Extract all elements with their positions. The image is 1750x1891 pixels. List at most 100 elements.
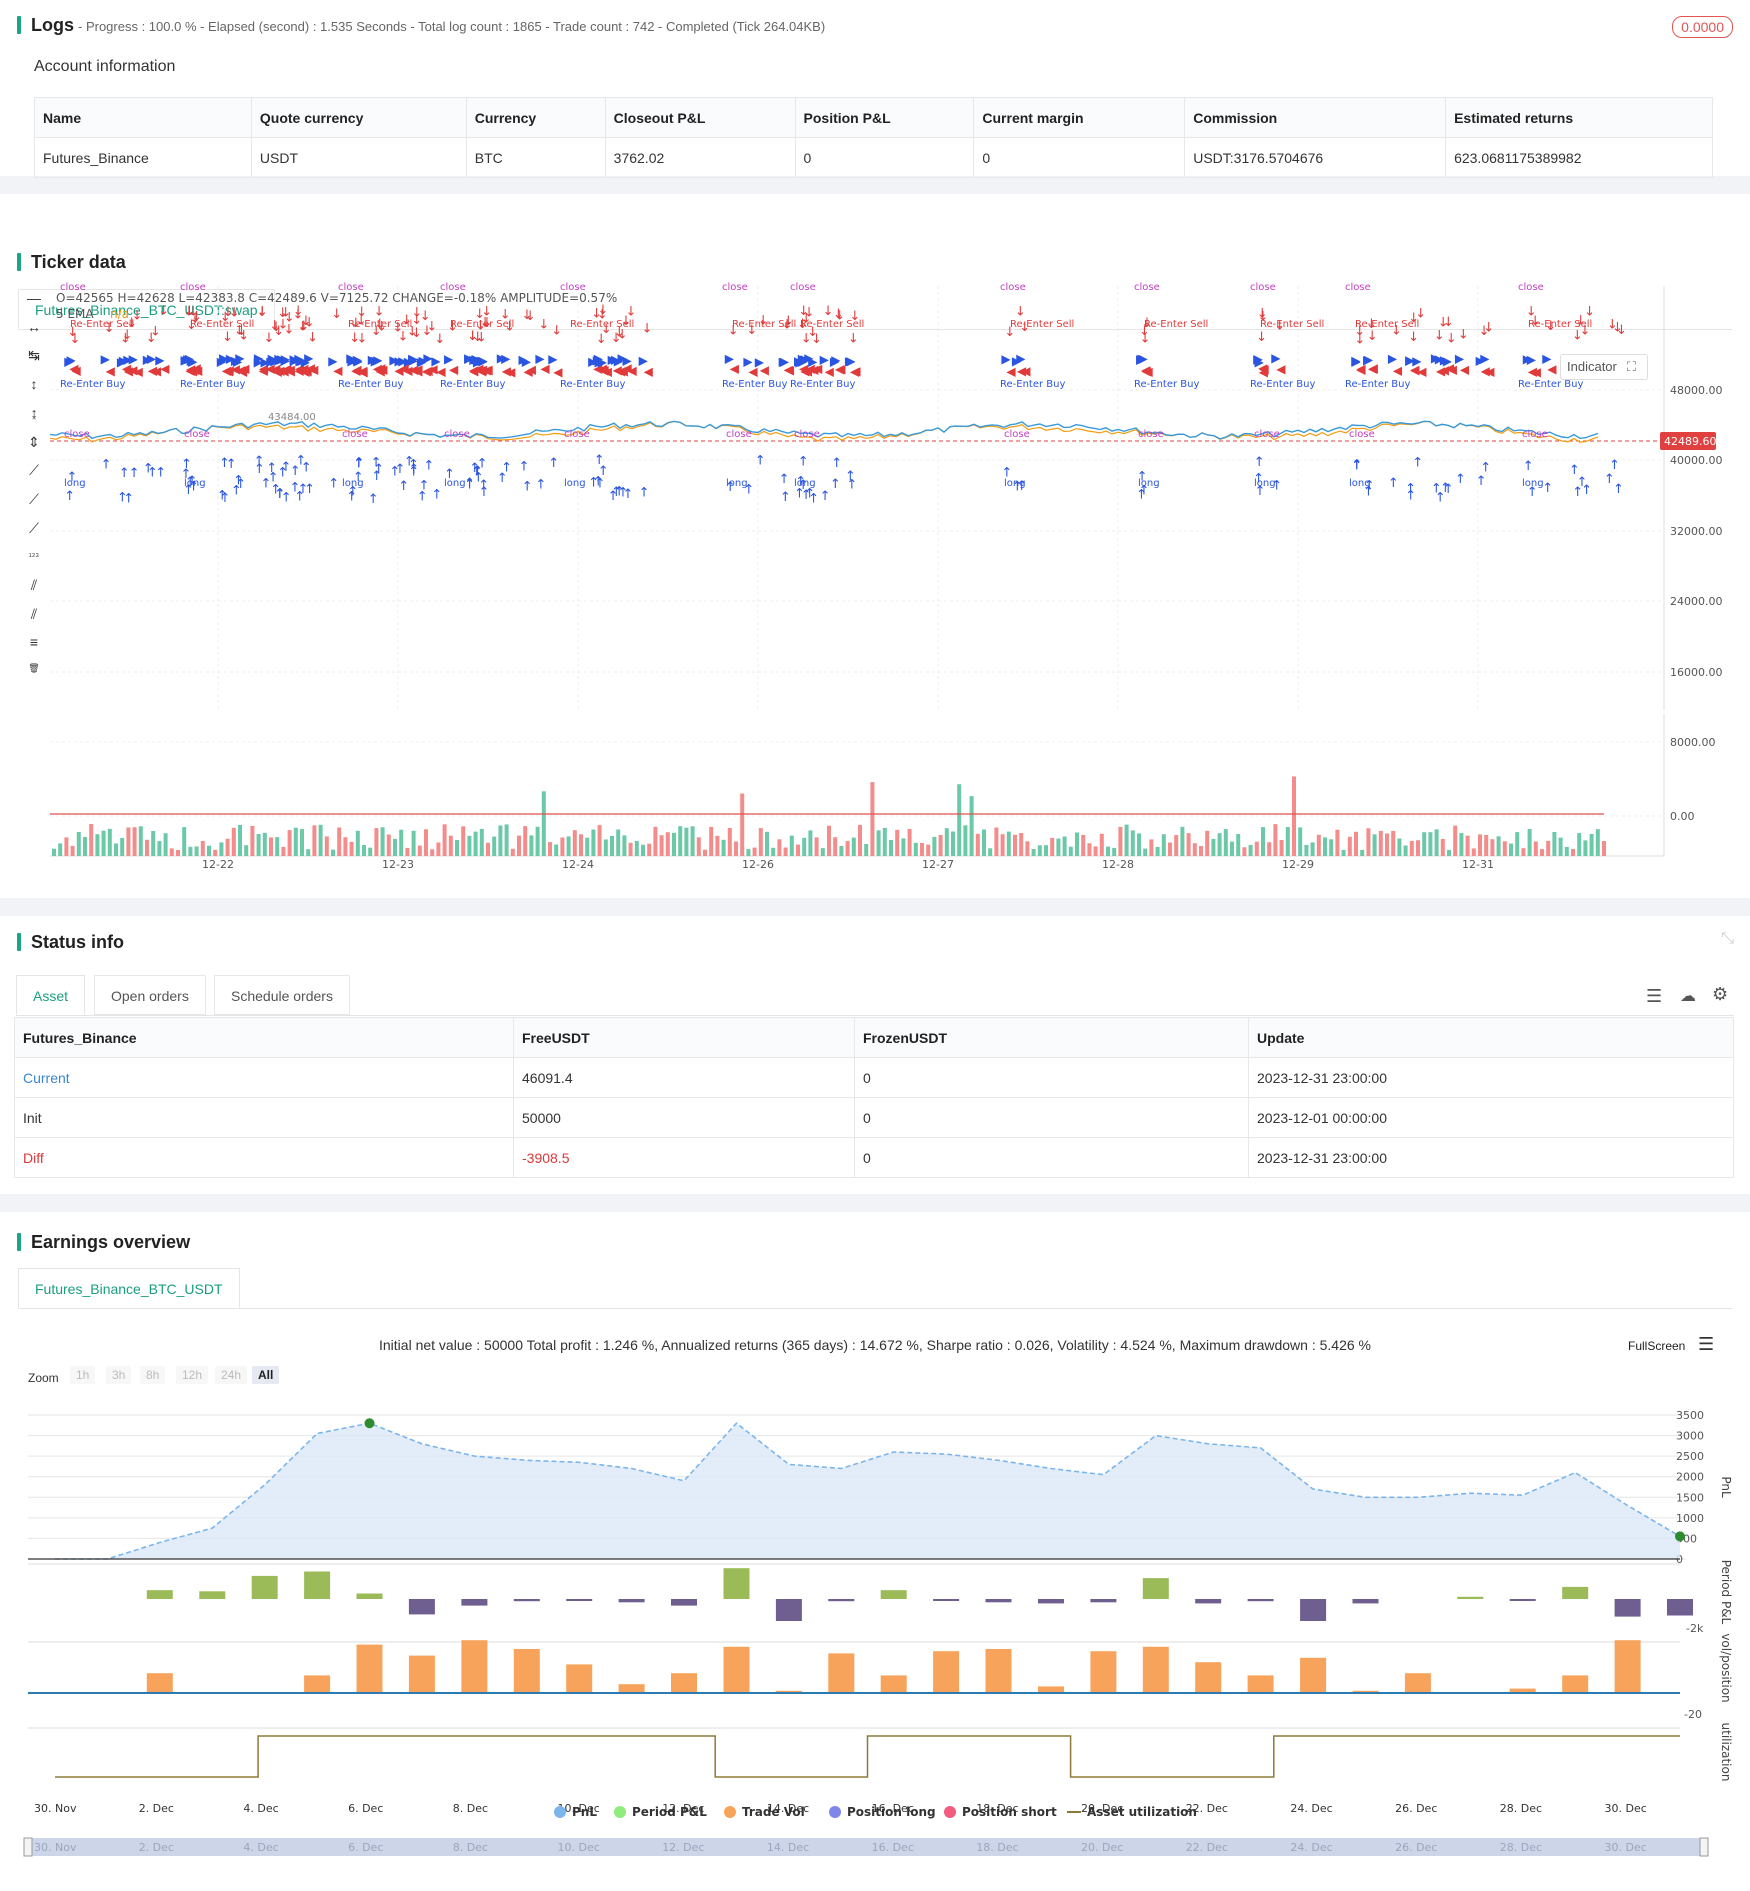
volume-bar <box>827 825 831 856</box>
legend-label[interactable]: Position long <box>847 1805 936 1819</box>
volume-bar <box>1006 831 1011 856</box>
marker-label: close <box>1138 429 1164 440</box>
volume-bar <box>411 830 416 856</box>
volume-bar <box>250 825 255 856</box>
cell-frozen: 0 <box>854 1057 1249 1098</box>
exit-triangle-marker: ◀ <box>1017 364 1027 378</box>
sell-marker: ↓ <box>1256 330 1267 345</box>
account-cell: 3762.02 <box>604 137 796 178</box>
tab-schedule-orders[interactable]: Schedule orders <box>214 975 350 1015</box>
settings-gear-icon[interactable]: ⚙ <box>1712 984 1728 1005</box>
volume-bar <box>721 839 726 856</box>
volume-bar <box>1366 828 1371 856</box>
marker-label: long <box>444 478 466 489</box>
trade-vol-bar <box>671 1673 697 1693</box>
col-free: FreeUSDT <box>513 1017 855 1058</box>
buy-marker: ↑ <box>301 460 312 475</box>
legend-label[interactable]: Position short <box>962 1805 1057 1819</box>
row-label-current[interactable]: Current <box>14 1057 514 1098</box>
date-tick-label: 26. Dec <box>1395 1802 1437 1815</box>
expand-icon[interactable]: ⛶ <box>1627 359 1636 374</box>
account-col-header: Closeout P&L <box>604 97 796 138</box>
cloud-download-icon[interactable]: ☁ <box>1680 986 1696 1006</box>
volume-bar <box>535 826 540 856</box>
cell-update: 2023-12-31 23:00:00 <box>1248 1057 1734 1098</box>
volume-bar <box>647 843 652 856</box>
cell-free: 46091.4 <box>513 1057 855 1098</box>
exit-triangle-marker: ◀ <box>1369 361 1379 375</box>
cell-frozen: 0 <box>854 1097 1249 1138</box>
asset-table: Futures_Binance FreeUSDT FrozenUSDT Upda… <box>14 1017 1734 1178</box>
volume-bar <box>1031 849 1036 856</box>
marker-label: close <box>564 429 590 440</box>
buy-marker: ↑ <box>1412 456 1423 471</box>
buy-marker: ↑ <box>101 457 112 472</box>
buy-marker: ↑ <box>519 460 530 475</box>
period-pnl-bar <box>1457 1596 1484 1599</box>
tab-asset[interactable]: Asset <box>16 975 86 1015</box>
collapse-icon[interactable]: ⤡ <box>1721 930 1734 948</box>
legend-label[interactable]: Asset utilization <box>1087 1805 1197 1819</box>
volume-bar <box>1602 841 1606 856</box>
sell-marker: ↓ <box>398 330 409 345</box>
price-chart[interactable]: 48000.00 40000.00 32000.00 24000.00 16000.00… <box>0 194 1750 898</box>
exit-triangle-marker: ◀ <box>160 362 170 376</box>
indicator-button[interactable]: Indicator ⛶ <box>1560 354 1648 380</box>
time-tick-label: 12-26 <box>742 858 774 871</box>
volume-bar <box>300 829 304 856</box>
exit-triangle-marker: ◀ <box>106 364 116 378</box>
sell-marker: ↓ <box>158 304 169 319</box>
volume-bar <box>1211 838 1216 856</box>
period-pnl-bar <box>1195 1599 1222 1604</box>
time-tick-label: 12-24 <box>562 858 594 871</box>
legend-label[interactable]: Trade Vol <box>742 1805 805 1819</box>
cell-update: 2023-12-01 00:00:00 <box>1248 1097 1734 1138</box>
navigator-track[interactable] <box>28 1838 1704 1856</box>
volume-bar <box>1174 835 1179 856</box>
buy-marker: ↑ <box>220 491 231 506</box>
volume-bar <box>448 835 453 856</box>
sell-marker: ↓ <box>1367 329 1378 344</box>
trade-vol-bar <box>1195 1662 1222 1693</box>
buy-marker: ↑ <box>1480 460 1491 475</box>
marker-label: Re-Enter Buy <box>440 379 505 390</box>
volume-bar <box>1589 834 1594 856</box>
legend-label[interactable]: Period P&L <box>632 1805 707 1819</box>
max-pnl-point <box>364 1418 375 1429</box>
volume-bar <box>895 829 900 856</box>
volume-bar <box>982 829 986 856</box>
logs-meta: - Progress : 100.0 % - Elapsed (second) … <box>78 19 826 34</box>
sell-marker: ↓ <box>331 307 342 322</box>
volume-bar <box>1075 832 1079 856</box>
earnings-chart[interactable]: 3500300025002000150010005000-2k-20PnLPer… <box>0 1212 1750 1891</box>
volume-bar <box>1037 845 1042 856</box>
logs-badge: 0.0000 <box>1672 16 1733 38</box>
exit-triangle-marker: ◀ <box>1006 364 1016 378</box>
menu-icon[interactable]: ☰ <box>1646 986 1662 1007</box>
volume-bar <box>1025 841 1030 856</box>
marker-label: close <box>1250 282 1276 293</box>
account-cell: 0 <box>794 137 975 178</box>
navigator-left-handle[interactable] <box>23 1837 33 1857</box>
volume-bar <box>1583 840 1588 856</box>
volume-bar <box>1230 841 1234 856</box>
navigator-right-handle[interactable] <box>1699 1837 1709 1857</box>
marker-label: close <box>1345 282 1371 293</box>
volume-bar <box>814 837 819 856</box>
legend-label[interactable]: PnL <box>572 1805 597 1819</box>
volume-bar <box>572 830 577 856</box>
tab-open-orders[interactable]: Open orders <box>94 975 206 1015</box>
buy-marker: ↑ <box>535 477 546 492</box>
volume-bar <box>1478 834 1482 856</box>
volume-bar <box>858 824 862 856</box>
navigator-date-label: 14. Dec <box>767 1841 809 1854</box>
volume-bar <box>1013 834 1017 856</box>
sell-marker: ↓ <box>304 316 315 331</box>
marker-label: Re-Enter Sell <box>1260 319 1324 330</box>
volume-bar <box>851 837 856 856</box>
buy-marker: ↑ <box>304 482 315 497</box>
date-tick-label: 8. Dec <box>453 1802 488 1815</box>
volume-bar <box>616 829 621 856</box>
account-data-row: Futures_Binance USDT BTC 3762.02 0 0 USDT:3176… <box>34 137 1713 178</box>
volume-bar <box>920 843 924 856</box>
